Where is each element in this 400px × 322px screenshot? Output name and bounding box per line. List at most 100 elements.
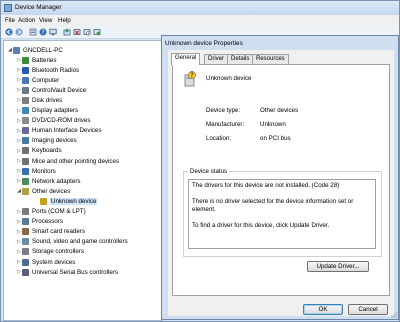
help-icon[interactable]: ? (39, 28, 47, 36)
tree-item-label: Other devices (32, 187, 71, 195)
update-driver-icon[interactable] (63, 28, 71, 36)
device-category-icon (22, 208, 29, 215)
tree-item-label: Display adapters (32, 107, 79, 114)
location-value: on PCI bus (260, 135, 291, 142)
ok-button[interactable]: OK (303, 304, 343, 315)
tree-category[interactable]: ▷ Universal Serial Bus controllers (16, 267, 118, 277)
tree-category[interactable]: ▷ Computer (16, 75, 59, 85)
tree-child-item[interactable]: Unknown device (34, 196, 98, 206)
tree-item-label: Unknown device (50, 197, 98, 205)
tab-details[interactable]: Details (227, 54, 254, 64)
svg-text:?: ? (190, 72, 193, 79)
forward-icon[interactable] (15, 28, 23, 36)
tree-item-label: Computer (32, 76, 60, 84)
device-category-icon (22, 96, 29, 104)
menu-file[interactable]: File (5, 17, 15, 24)
device-category-icon (22, 248, 29, 256)
menu-action[interactable]: Action (18, 17, 35, 24)
tree-item-label: DVD/CD-ROM drives (32, 117, 91, 125)
tree-category[interactable]: ▷ Display adapters (16, 106, 78, 116)
tree-category[interactable]: ▷ Batteries (16, 55, 56, 65)
title-bar: Device Manager (1, 1, 399, 15)
unknown-device-icon: ? (183, 71, 197, 87)
tree-item-label: Smart card readers (32, 228, 85, 236)
tree-category[interactable]: ▷ Network adapters (16, 176, 81, 186)
device-status-group: Device status The drivers for this devic… (183, 168, 382, 257)
tab-general[interactable]: General (171, 53, 201, 65)
general-tab-panel: ? Unknown device Device type: Other devi… (172, 64, 390, 296)
resize-grip-icon[interactable] (391, 312, 397, 318)
tree-category[interactable]: ▷ DVD/CD-ROM drives (16, 116, 90, 126)
status-line: The drivers for this device are not inst… (192, 182, 340, 189)
device-category-icon (22, 117, 29, 125)
cancel-button[interactable]: Cancel (348, 304, 388, 315)
tab-resources[interactable]: Resources (252, 54, 289, 64)
device-category-icon (22, 107, 29, 114)
disable-icon[interactable] (83, 28, 91, 36)
tree-item-label: Bluetooth Radios (32, 66, 80, 74)
device-category-icon (22, 187, 29, 195)
tree-item-label: Mice and other pointing devices (32, 157, 120, 165)
tree-category[interactable]: ▷ Keyboards (16, 146, 62, 156)
device-name: Unknown device (206, 75, 252, 82)
tree-item-label: Keyboards (32, 147, 62, 155)
device-type-label: Device type: (206, 107, 241, 114)
tree-category[interactable]: ▷ Smart card readers (16, 227, 85, 237)
tree-category[interactable]: ▷ Human Interface Devices (16, 126, 101, 136)
window-title: Device Manager (15, 4, 62, 11)
tree-item-label: Network adapters (32, 177, 81, 185)
device-category-icon (22, 147, 29, 155)
tree-category[interactable]: ▷ Mice and other pointing devices (16, 156, 119, 166)
tree-category[interactable]: ▷ Sound, video and game controllers (16, 237, 128, 247)
device-category-icon (22, 127, 29, 135)
menu-help[interactable]: Help (58, 17, 71, 24)
tree-item-label: Universal Serial Bus controllers (32, 268, 118, 276)
device-category-icon (22, 177, 29, 185)
tree-category[interactable]: ◢ Other devices (16, 186, 70, 196)
device-category-icon (22, 157, 29, 165)
tree-item-label: Human Interface Devices (32, 127, 102, 135)
tree-category[interactable]: ▷ Disk drives (16, 95, 62, 105)
tree-item-label: Imaging devices (32, 137, 77, 145)
device-status-label: Device status (188, 168, 230, 175)
back-icon[interactable] (5, 28, 13, 36)
device-status-text[interactable]: The drivers for this device are not inst… (188, 179, 376, 249)
tree-category[interactable]: ▷ Imaging devices (16, 136, 77, 146)
tree-category[interactable]: ▷ ControlVault Device (16, 85, 86, 95)
device-category-icon (22, 76, 29, 84)
tree-category[interactable]: ▷ Monitors (16, 166, 56, 176)
device-type-value: Other devices (260, 107, 299, 114)
device-category-icon (40, 197, 47, 205)
properties-icon[interactable] (29, 28, 37, 36)
device-category-icon (22, 137, 29, 145)
manufacturer-value: Unknown (260, 121, 286, 128)
tree-item-label: ControlVault Device (32, 86, 87, 94)
tree-category[interactable]: ▷ Processors (16, 217, 63, 227)
dialog-client: General Driver Details Resources ? Unkno… (168, 50, 394, 316)
properties-dialog: Unknown device Properties General Driver… (161, 35, 399, 320)
status-line: There is no driver selected for the devi… (192, 198, 354, 213)
tree-item-label: Sound, video and game controllers (32, 238, 128, 246)
enable-icon[interactable] (93, 28, 101, 36)
tree-category[interactable]: ▷ Ports (COM & LPT) (16, 207, 86, 217)
tree-category[interactable]: ▷ System devices (16, 257, 75, 267)
menu-bar: File Action View Help (1, 15, 399, 26)
uninstall-icon[interactable] (73, 28, 81, 36)
device-category-icon (22, 167, 29, 175)
device-category-icon (22, 238, 29, 246)
tab-driver[interactable]: Driver (204, 54, 228, 64)
tree-item-label: Ports (COM & LPT) (32, 208, 86, 215)
scan-icon[interactable] (49, 28, 57, 36)
device-category-icon (22, 86, 29, 94)
tree-item-label: Monitors (32, 167, 56, 175)
tree-category[interactable]: ▷ Bluetooth Radios (16, 65, 79, 75)
status-line: To find a driver for this device, click … (192, 222, 330, 229)
tree-root[interactable]: ◢ GNCDELL-PC (7, 45, 63, 55)
device-tree: ◢ GNCDELL-PC ▷ Batteries ▷ Bluetooth Radios… (3, 40, 163, 321)
update-driver-button[interactable]: Update Driver... (307, 261, 369, 272)
manufacturer-label: Manufacturer: (206, 121, 245, 128)
tree-category[interactable]: ▷ Storage controllers (16, 247, 84, 257)
device-category-icon (22, 228, 29, 236)
menu-view[interactable]: View (39, 17, 52, 24)
device-category-icon (22, 56, 29, 64)
